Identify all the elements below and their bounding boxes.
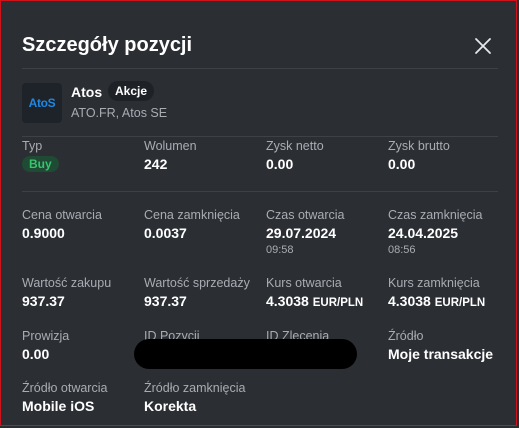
field-value: 0.0037 — [144, 225, 187, 241]
field-wolumen: Wolumen 242 — [144, 139, 197, 172]
field-zrodlo-zamkniecia: Źródło zamknięcia Korekta — [144, 381, 245, 414]
field-wartosc-zakupu: Wartość zakupu 937.37 — [22, 276, 111, 309]
field-label: Czas otwarcia — [266, 208, 345, 222]
rate-value: 4.3038 — [266, 293, 309, 309]
field-value: 937.37 — [144, 293, 187, 309]
field-value: 0.00 — [388, 156, 416, 172]
field-label: Typ — [22, 139, 43, 153]
instrument-subtitle: ATO.FR, Atos SE — [71, 106, 168, 120]
field-time: 09:58 — [266, 244, 294, 256]
field-value: 4.3038 EUR/PLN — [388, 293, 485, 309]
modal-title: Szczegóły pozycji — [22, 34, 193, 56]
rate-value: 4.3038 — [388, 293, 431, 309]
field-kurs-otwarcia: Kurs otwarcia 4.3038 EUR/PLN — [266, 276, 363, 309]
field-value: 937.37 — [22, 293, 65, 309]
field-label: Prowizja — [22, 329, 70, 343]
field-cena-otwarcia: Cena otwarcia 0.9000 — [22, 208, 102, 241]
field-label: Czas zamknięcia — [388, 208, 483, 222]
field-value: 4.3038 EUR/PLN — [266, 293, 363, 309]
instrument-name: Atos — [71, 84, 103, 100]
instrument-divider — [22, 136, 498, 137]
field-label: Cena zamknięcia — [144, 208, 240, 222]
field-value: 0.9000 — [22, 225, 65, 241]
field-value: Mobile iOS — [22, 398, 95, 414]
header-divider — [22, 68, 498, 69]
field-value: Korekta — [144, 398, 197, 414]
field-czas-otwarcia: Czas otwarcia 29.07.2024 09:58 — [266, 208, 345, 256]
field-label: Kurs otwarcia — [266, 276, 342, 290]
field-value: 242 — [144, 156, 168, 172]
field-zysk-netto: Zysk netto 0.00 — [266, 139, 324, 172]
field-value: 0.00 — [266, 156, 294, 172]
position-details-modal: Szczegóły pozycji AtoS Atos Akcje ATO.FR… — [0, 0, 517, 426]
field-czas-zamkniecia: Czas zamknięcia 24.04.2025 08:56 — [388, 208, 482, 256]
field-zysk-brutto: Zysk brutto 0.00 — [388, 139, 450, 172]
field-date: 29.07.2024 — [266, 225, 337, 241]
redaction-bar — [134, 339, 357, 369]
side-badge-buy: Buy — [22, 156, 59, 172]
field-label: Zysk netto — [266, 139, 324, 153]
field-label: Zysk brutto — [388, 139, 450, 153]
field-value: 0.00 — [22, 346, 50, 362]
field-zrodlo: Źródło Moje transakcje — [388, 329, 493, 362]
field-time: 08:56 — [388, 244, 416, 256]
field-label: Wolumen — [144, 139, 197, 153]
field-cena-zamkniecia: Cena zamknięcia 0.0037 — [144, 208, 240, 241]
field-label: Źródło otwarcia — [22, 381, 108, 395]
rate-unit: EUR/PLN — [312, 297, 364, 309]
field-wartosc-sprzedazy: Wartość sprzedaży 937.37 — [144, 276, 250, 309]
rate-unit: EUR/PLN — [434, 297, 486, 309]
field-label: Źródło — [388, 329, 424, 343]
field-label: Wartość zakupu — [22, 276, 112, 290]
field-date: 24.04.2025 — [388, 225, 459, 241]
field-value: Moje transakcje — [388, 346, 494, 362]
field-label: Cena otwarcia — [22, 208, 102, 222]
field-label: Źródło zamknięcia — [144, 381, 246, 395]
field-label: Wartość sprzedaży — [144, 276, 250, 290]
instrument-logo: AtoS — [22, 83, 62, 123]
field-zrodlo-otwarcia: Źródło otwarcia Mobile iOS — [22, 381, 107, 414]
section-divider — [22, 191, 498, 192]
field-typ: Typ Buy — [22, 139, 59, 173]
close-icon[interactable] — [472, 35, 494, 57]
field-kurs-zamkniecia: Kurs zamknięcia 4.3038 EUR/PLN — [388, 276, 485, 309]
field-prowizja: Prowizja 0.00 — [22, 329, 69, 362]
instrument-type-badge: Akcje — [108, 81, 155, 101]
field-label: Kurs zamknięcia — [388, 276, 480, 290]
